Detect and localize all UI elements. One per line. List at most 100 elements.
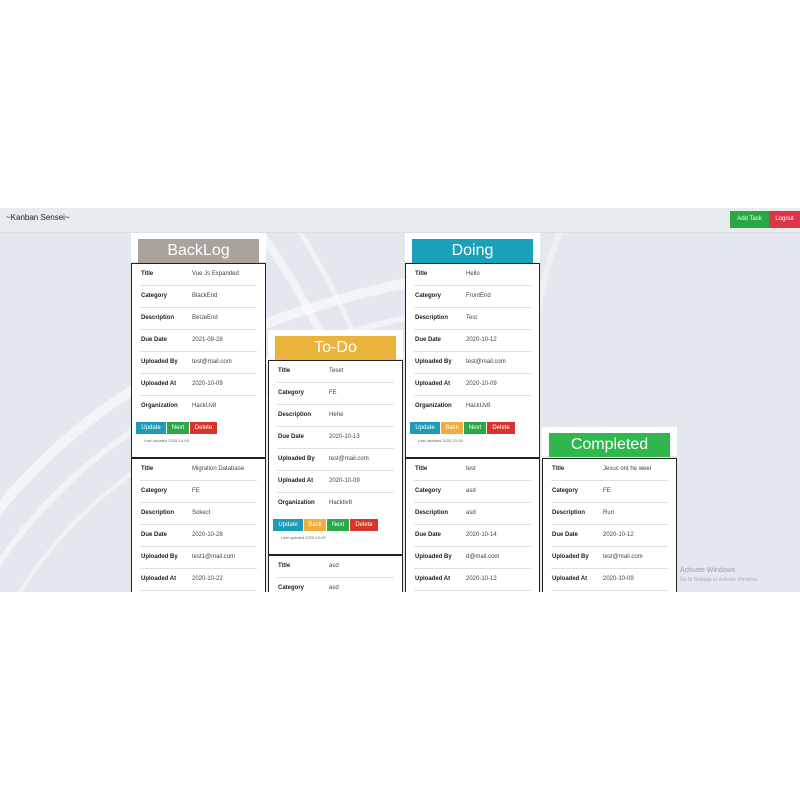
next-button[interactable]: Next bbox=[327, 519, 349, 531]
field-value: 2020-10-12 bbox=[466, 337, 497, 343]
field-label: Due Date bbox=[552, 532, 579, 538]
add-task-button[interactable]: Add Task bbox=[730, 211, 769, 228]
field-value: 2020-10-13 bbox=[329, 434, 360, 440]
logout-button[interactable]: Logout bbox=[769, 211, 800, 228]
column-title-doing: Doing bbox=[412, 239, 533, 263]
field-row: Title Hello bbox=[414, 264, 531, 286]
field-row: Uploaded By test@mail.com bbox=[414, 352, 531, 374]
column-title-backlog: BackLog bbox=[138, 239, 259, 263]
field-label: Category bbox=[141, 293, 168, 299]
field-value: d@mail.com bbox=[466, 554, 500, 560]
delete-button[interactable]: Delete bbox=[487, 422, 515, 434]
field-row: Uploaded By test@mail.com bbox=[277, 449, 394, 471]
field-label: Description bbox=[278, 412, 312, 418]
field-row: Title test bbox=[414, 459, 531, 481]
last-updated: Last updated 2020-10-09 bbox=[418, 438, 463, 443]
next-button[interactable]: Next bbox=[167, 422, 189, 434]
field-row: Uploaded At 2020-10-22 bbox=[140, 569, 257, 591]
column-header-backlog: BackLog bbox=[131, 233, 266, 263]
field-value: 2020-10-09 bbox=[466, 381, 497, 387]
delete-button[interactable]: Delete bbox=[190, 422, 217, 434]
field-row: Category FE bbox=[551, 481, 668, 503]
field-row: Category asd bbox=[414, 481, 531, 503]
field-value: FE bbox=[329, 390, 337, 396]
back-button[interactable]: Back bbox=[441, 422, 463, 434]
field-row: Description Sokect bbox=[140, 503, 257, 525]
field-row: Uploaded At 2020-10-09 bbox=[551, 569, 668, 591]
field-label: Description bbox=[552, 510, 586, 516]
field-row: Description Rurr bbox=[551, 503, 668, 525]
field-label: Due Date bbox=[415, 532, 442, 538]
field-value: test@mail.com bbox=[466, 359, 506, 365]
activate-windows-title: Activate Windows bbox=[680, 567, 736, 574]
activate-windows-subtitle: Go to Settings to activate Windows. bbox=[680, 577, 759, 583]
field-label: Due Date bbox=[415, 337, 442, 343]
card-actions: Update Back Next Delete bbox=[273, 519, 402, 532]
update-button[interactable]: Update bbox=[136, 422, 166, 434]
field-value: FE bbox=[192, 488, 200, 494]
field-label: Uploaded At bbox=[415, 576, 451, 582]
field-row: Uploaded By test@mail.com bbox=[140, 352, 257, 374]
field-value: 2020-10-22 bbox=[192, 576, 223, 582]
update-button[interactable]: Update bbox=[273, 519, 303, 531]
field-row: Uploaded By test1@mail.com bbox=[140, 547, 257, 569]
field-value: 2020-10-09 bbox=[192, 381, 223, 387]
field-label: Uploaded By bbox=[278, 456, 315, 462]
field-label: Organization bbox=[141, 403, 178, 409]
card-actions: Update Back Next Delete bbox=[410, 422, 539, 435]
delete-button[interactable]: Delete bbox=[350, 519, 378, 531]
field-row: Description Test bbox=[414, 308, 531, 330]
field-row: Organization HackUv8 bbox=[140, 396, 257, 417]
field-value: 2020-10-12 bbox=[466, 576, 497, 582]
field-label: Category bbox=[415, 488, 442, 494]
field-value: Hehe bbox=[329, 412, 344, 418]
field-value: 2020-10-09 bbox=[329, 478, 360, 484]
update-button[interactable]: Update bbox=[410, 422, 440, 434]
field-label: Uploaded At bbox=[415, 381, 451, 387]
field-label: Description bbox=[141, 510, 175, 516]
field-row: Description BeUeEnd bbox=[140, 308, 257, 330]
task-card: Title Hello Category FrontEnd Description T… bbox=[405, 263, 540, 458]
field-row: Organization Hacktiv8 bbox=[277, 493, 394, 514]
field-label: Category bbox=[141, 488, 168, 494]
task-title: test bbox=[466, 466, 476, 472]
field-row: Title asd bbox=[277, 556, 394, 578]
field-value: Rurr bbox=[603, 510, 615, 516]
field-row: Description Hehe bbox=[277, 405, 394, 427]
field-label: Uploaded By bbox=[141, 359, 178, 365]
field-value: asd bbox=[466, 488, 476, 494]
field-label: Uploaded At bbox=[141, 381, 177, 387]
field-row: Title Jesus ont he weel bbox=[551, 459, 668, 481]
field-label: Uploaded By bbox=[552, 554, 589, 560]
task-card: Title Migration Database Category FE Descr… bbox=[131, 458, 266, 592]
task-title: Teset bbox=[329, 368, 344, 374]
column-title-completed: Completed bbox=[549, 433, 670, 457]
task-card: Title Vue Js Expanded Category BlackEnd De… bbox=[131, 263, 266, 458]
field-row: Category BlackEnd bbox=[140, 286, 257, 308]
last-updated: Last updated 2020-10-09 bbox=[144, 438, 189, 443]
field-label: Uploaded By bbox=[415, 359, 452, 365]
field-label: Title bbox=[415, 466, 428, 472]
field-value: HackUv8 bbox=[466, 403, 491, 409]
field-value: test@mail.com bbox=[329, 456, 369, 462]
field-value: 2020-10-14 bbox=[466, 532, 497, 538]
field-value: Hacktiv8 bbox=[329, 500, 353, 506]
field-row: Category asd bbox=[277, 578, 394, 592]
field-value: FE bbox=[603, 488, 611, 494]
navbar: ~Kanban Sensei~ Add Task Logout bbox=[0, 208, 800, 233]
field-label: Due Date bbox=[141, 337, 168, 343]
field-label: Organization bbox=[278, 500, 315, 506]
field-label: Title bbox=[278, 563, 291, 569]
field-value: 2020-10-28 bbox=[192, 532, 223, 538]
task-card: Title test Category asd Description asd Due… bbox=[405, 458, 540, 592]
field-value: asd bbox=[329, 585, 339, 591]
brand-title[interactable]: ~Kanban Sensei~ bbox=[6, 213, 70, 222]
field-value: asd bbox=[466, 510, 476, 516]
next-button[interactable]: Next bbox=[464, 422, 486, 434]
task-title: Jesus ont he weel bbox=[603, 466, 652, 472]
back-button[interactable]: Back bbox=[304, 519, 326, 531]
card-actions: Update Next Delete bbox=[136, 422, 265, 435]
task-title: Migration Database bbox=[192, 466, 245, 472]
field-label: Description bbox=[415, 315, 449, 321]
field-row: Uploaded By test@mail.com bbox=[551, 547, 668, 569]
